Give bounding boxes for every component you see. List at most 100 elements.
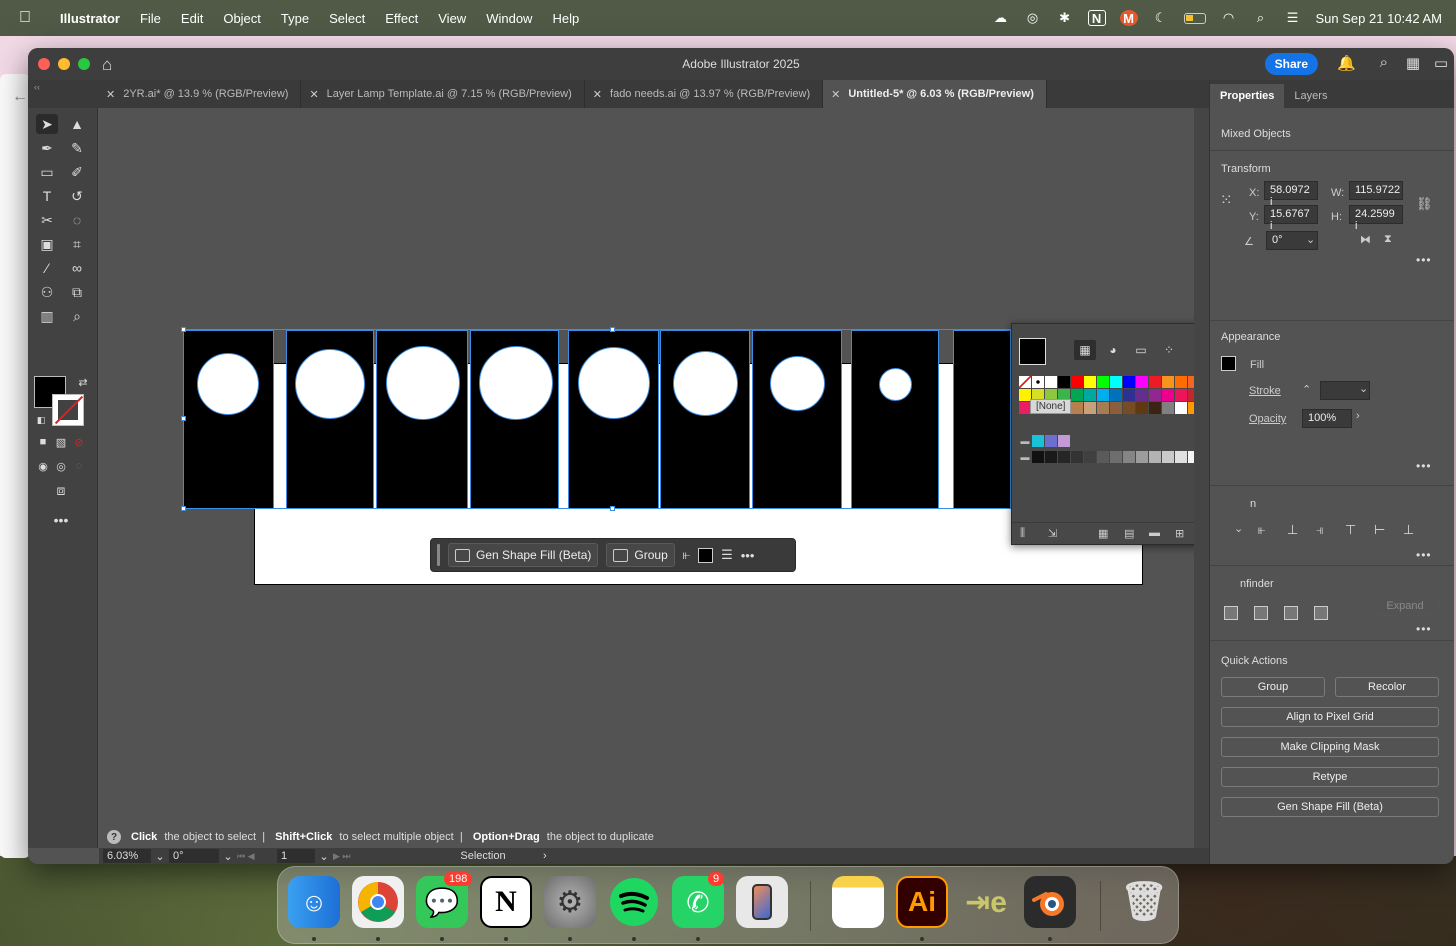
opacity-label[interactable]: Opacity (1249, 413, 1286, 425)
chart-tool-icon[interactable]: ▥ (36, 306, 58, 326)
swatch[interactable] (1123, 389, 1135, 401)
align-center-icon[interactable]: ⊥ (1287, 522, 1301, 537)
menu-effect[interactable]: Effect (375, 11, 428, 26)
h-field[interactable]: 24.2599 i (1349, 205, 1403, 232)
paintbrush-tool-icon[interactable]: ✐ (66, 162, 88, 182)
y-field[interactable]: 15.6767 i (1264, 205, 1318, 232)
swatch[interactable] (1032, 451, 1044, 463)
close-tab-icon[interactable]: ✕ (106, 88, 115, 101)
opacity-field[interactable]: 100% (1302, 409, 1352, 428)
align-right-icon[interactable]: ⫣ (1316, 522, 1330, 537)
artboard-tool-icon[interactable]: ⧉ (66, 282, 88, 302)
notes-icon[interactable] (832, 876, 884, 928)
app-tray-icon[interactable]: M (1119, 10, 1138, 26)
new-swatch-icon[interactable]: ⊞ (1175, 527, 1184, 540)
swatch[interactable] (1136, 376, 1148, 388)
resize-handle[interactable] (181, 327, 186, 332)
menu-help[interactable]: Help (542, 11, 589, 26)
swatch[interactable] (1045, 376, 1057, 388)
doc-tab-layer-lamp[interactable]: ✕ Layer Lamp Template.ai @ 7.15 % (RGB/P… (301, 80, 585, 108)
swatch[interactable] (1084, 451, 1096, 463)
help-icon[interactable]: ? (107, 830, 121, 844)
stroke-swatch[interactable] (52, 394, 84, 426)
align-bottom-icon[interactable]: ⊥ (1403, 522, 1417, 537)
menu-edit[interactable]: Edit (171, 11, 213, 26)
notion-icon[interactable]: N (480, 876, 532, 928)
scissors-tool-icon[interactable]: ✂ (36, 210, 58, 230)
vertical-scrollbar[interactable] (1194, 108, 1209, 848)
edit-toolbar-icon[interactable]: ••• (50, 510, 72, 530)
pen-tool-icon[interactable]: ✒ (36, 138, 58, 158)
finder-icon[interactable]: ☺ (288, 876, 340, 928)
screen-mode-icon[interactable]: ⧈ (50, 480, 72, 500)
swatch[interactable] (1071, 389, 1083, 401)
align-left-icon[interactable]: ⫦ (1258, 522, 1272, 537)
app-icon[interactable]: ⇥e (960, 876, 1012, 928)
stroke-weight-stepper-icon[interactable]: ⌃ (1302, 383, 1311, 396)
swatch[interactable] (1071, 376, 1083, 388)
resize-handle[interactable] (181, 506, 186, 511)
menu-window[interactable]: Window (476, 11, 542, 26)
draw-inside-icon[interactable]: ◌ (68, 456, 90, 476)
swatches-mode-icon[interactable]: ▦ (1074, 340, 1096, 360)
intersect-icon[interactable] (1284, 606, 1298, 620)
swatch[interactable] (1032, 435, 1044, 447)
color-picker-mode-icon[interactable]: ◕ (1102, 340, 1124, 360)
menu-view[interactable]: View (428, 11, 476, 26)
wifi-icon[interactable]: ◠ (1220, 10, 1238, 26)
menu-select[interactable]: Select (319, 11, 375, 26)
retype-button[interactable]: Retype (1221, 767, 1439, 787)
spotify-icon[interactable] (608, 876, 660, 928)
artboard-field[interactable]: 1 (277, 849, 315, 863)
iphone-mirroring-icon[interactable] (736, 876, 788, 928)
search-icon[interactable]: ⌕ (1252, 10, 1270, 26)
chevron-right-icon[interactable]: › (1356, 410, 1360, 422)
unite-icon[interactable] (1224, 606, 1238, 620)
swatch[interactable] (1123, 451, 1135, 463)
battery-icon[interactable] (1183, 12, 1206, 24)
swatch[interactable] (1175, 402, 1187, 414)
swatch[interactable] (1045, 435, 1057, 447)
illustrator-icon[interactable]: Ai (896, 876, 948, 928)
workspace-switcher-icon[interactable]: ▭ (1434, 54, 1448, 72)
swatch[interactable] (1162, 389, 1174, 401)
chrome-icon[interactable] (352, 876, 404, 928)
close-tab-icon[interactable]: ✕ (309, 88, 318, 101)
constrain-proportions-icon[interactable]: ⛓ (1416, 196, 1433, 212)
swatch[interactable] (1097, 376, 1109, 388)
swatch[interactable] (1097, 389, 1109, 401)
swatch[interactable] (1110, 402, 1122, 414)
group-button[interactable]: Group (1221, 677, 1325, 697)
swatch-group-row[interactable]: ▬ (1019, 435, 1070, 447)
swatch[interactable] (1071, 402, 1083, 414)
gen-shape-fill-button[interactable]: Gen Shape Fill (Beta) (448, 543, 599, 567)
type-tool-icon[interactable]: T (36, 186, 58, 206)
group-button[interactable]: Group (606, 543, 675, 567)
doc-tab-fado-needs[interactable]: ✕ fado needs.ai @ 13.97 % (RGB/Preview) (585, 80, 824, 108)
swatch[interactable] (1097, 451, 1109, 463)
swatch[interactable] (1019, 376, 1031, 388)
creative-cloud-icon[interactable]: ☁ (992, 10, 1010, 26)
align-middle-icon[interactable]: ⊢ (1374, 522, 1388, 537)
grayscale-swatch-row[interactable]: ▬ (1019, 451, 1200, 463)
flip-horizontal-icon[interactable]: ⧓ (1360, 233, 1371, 246)
stroke-label[interactable]: Stroke (1249, 385, 1281, 397)
shape-builder-tool-icon[interactable]: ⚇ (36, 282, 58, 302)
swatch[interactable] (1110, 389, 1122, 401)
direct-selection-tool-icon[interactable]: ▲ (66, 114, 88, 134)
bluetooth-icon[interactable]: ✱ (1056, 10, 1074, 26)
control-center-icon[interactable]: ☰ (1284, 10, 1302, 26)
swatch[interactable] (1136, 389, 1148, 401)
moon-icon[interactable]: ☾ (1152, 10, 1170, 26)
tab-layers[interactable]: Layers (1284, 84, 1337, 108)
first-artboard-icon[interactable]: ⏮ ◀ (237, 851, 277, 862)
none-mode-icon[interactable]: ⊘ (68, 432, 90, 452)
close-tab-icon[interactable]: ✕ (831, 88, 840, 101)
swap-fill-stroke-icon[interactable]: ⇄ (72, 372, 94, 392)
more-options-icon[interactable]: ••• (1416, 548, 1432, 562)
blend-tool-icon[interactable]: ∞ (66, 258, 88, 278)
swatch[interactable] (1045, 451, 1057, 463)
tab-properties[interactable]: Properties (1210, 84, 1285, 108)
stroke-weight-icon[interactable]: ☰ (721, 547, 733, 563)
eyedropper-tool-icon[interactable]: ⁄ (36, 258, 58, 278)
